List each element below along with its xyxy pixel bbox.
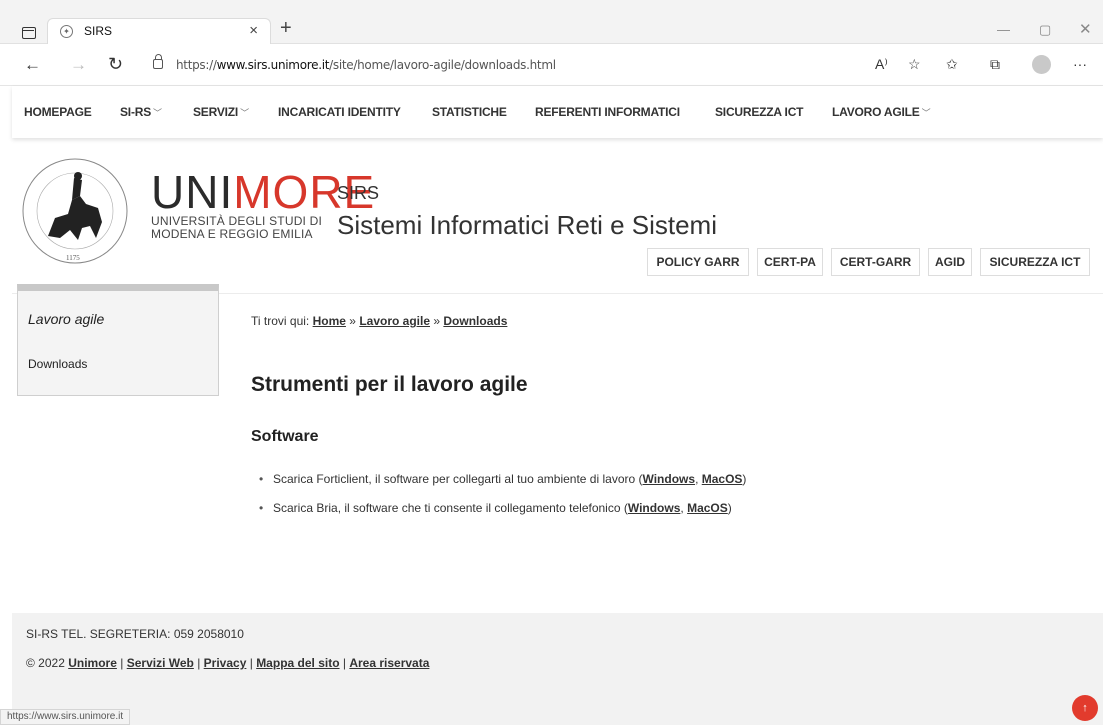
university-full-name: UNIVERSITÀ DEGLI STUDI DI MODENA E REGGI… xyxy=(151,214,323,241)
page-left-margin xyxy=(0,138,12,725)
site-full-title: Sistemi Informatici Reti e Sistemi xyxy=(337,210,717,240)
section-title: Software xyxy=(251,428,319,445)
new-tab-icon[interactable]: + xyxy=(280,17,292,40)
page-title: Strumenti per il lavoro agile xyxy=(251,373,528,396)
list-item: Scarica Bria, il software che ti consent… xyxy=(257,501,746,515)
agid-button[interactable]: AGID xyxy=(928,248,972,276)
sidebar-heading[interactable]: Lavoro agile xyxy=(28,311,104,327)
nav-statistiche[interactable]: STATISTICHE xyxy=(432,105,507,119)
close-window-icon[interactable]: ✕ xyxy=(1079,20,1092,38)
footer-link-mappa[interactable]: Mappa del sito xyxy=(256,656,339,670)
forticlient-macos-link[interactable]: MacOS xyxy=(702,472,743,486)
footer-phone: SI-RS TEL. SEGRETERIA: 059 2058010 xyxy=(26,627,244,641)
footer-link-area-riservata[interactable]: Area riservata xyxy=(349,656,429,670)
download-list: Scarica Forticlient, il software per col… xyxy=(257,472,746,530)
tab-actions-icon[interactable] xyxy=(22,27,36,39)
profile-avatar[interactable] xyxy=(1032,55,1051,74)
sidebar-menu: Lavoro agile Downloads xyxy=(17,284,219,396)
site-nav: HOMEPAGE SI-RS ﹀ SERVIZI ﹀ INCARICATI IDEN… xyxy=(12,86,1103,138)
cert-garr-button[interactable]: CERT-GARR xyxy=(831,248,920,276)
sicurezza-ict-button[interactable]: SICUREZZA ICT xyxy=(980,248,1090,276)
nav-si-rs[interactable]: SI-RS ﹀ xyxy=(120,105,162,119)
bria-macos-link[interactable]: MacOS xyxy=(687,501,728,515)
reload-icon[interactable]: ↻ xyxy=(108,54,123,75)
breadcrumb: Ti trovi qui: Home » Lavoro agile » Down… xyxy=(251,314,508,328)
seal-year: 1175 xyxy=(66,254,80,262)
nav-sicurezza-ict[interactable]: SICUREZZA ICT xyxy=(715,105,803,119)
add-favorite-icon[interactable]: ☆ xyxy=(908,56,921,73)
minimize-icon[interactable]: — xyxy=(997,22,1010,37)
address-bar: ← → ↻ https://www.sirs.unimore.it/site/h… xyxy=(0,44,1103,86)
collections-icon[interactable]: ⧉ xyxy=(990,56,1000,73)
nav-incaricati-identity[interactable]: INCARICATI IDENTITY xyxy=(278,105,401,119)
arrow-up-icon: ↑ xyxy=(1082,702,1088,714)
policy-garr-button[interactable]: POLICY GARR xyxy=(647,248,749,276)
maximize-icon[interactable]: ▢ xyxy=(1039,22,1051,38)
chevron-down-icon: ﹀ xyxy=(921,108,931,118)
breadcrumb-home-link[interactable]: Home xyxy=(313,314,346,328)
url-field[interactable]: https://www.sirs.unimore.it/site/home/la… xyxy=(176,58,556,72)
site-short-title: SIRS xyxy=(337,183,380,203)
status-bar-url: https://www.sirs.unimore.it xyxy=(0,709,131,725)
favicon-icon: ✦ xyxy=(60,25,73,38)
tab-title: SIRS xyxy=(84,24,113,38)
university-seal-logo[interactable] xyxy=(20,156,130,266)
chevron-down-icon: ﹀ xyxy=(153,108,162,118)
cert-pa-button[interactable]: CERT-PA xyxy=(757,248,823,276)
bria-windows-link[interactable]: Windows xyxy=(628,501,681,515)
back-icon[interactable]: ← xyxy=(24,55,41,75)
footer-link-privacy[interactable]: Privacy xyxy=(204,656,247,670)
close-tab-icon[interactable]: × xyxy=(249,22,258,39)
breadcrumb-lavoro-agile-link[interactable]: Lavoro agile xyxy=(359,314,430,328)
favorites-icon[interactable]: ✩ xyxy=(946,56,958,73)
footer-link-unimore[interactable]: Unimore xyxy=(68,656,117,670)
breadcrumb-downloads-link[interactable]: Downloads xyxy=(443,314,507,328)
nav-servizi[interactable]: SERVIZI ﹀ xyxy=(193,105,249,119)
lock-icon[interactable] xyxy=(153,54,163,69)
footer-links: © 2022 Unimore | Servizi Web | Privacy |… xyxy=(26,656,430,670)
forward-icon[interactable]: → xyxy=(70,55,87,75)
nav-referenti-informatici[interactable]: REFERENTI INFORMATICI xyxy=(535,105,680,119)
footer: SI-RS TEL. SEGRETERIA: 059 2058010 © 202… xyxy=(12,613,1103,725)
footer-link-servizi-web[interactable]: Servizi Web xyxy=(127,656,194,670)
sidebar-item-downloads[interactable]: Downloads xyxy=(28,357,87,371)
forticlient-windows-link[interactable]: Windows xyxy=(643,472,696,486)
page-content: 1175 UNIMORE UNIVERSITÀ DEGLI STUDI DI M… xyxy=(12,138,1103,613)
nav-homepage[interactable]: HOMEPAGE xyxy=(24,105,92,119)
nav-lavoro-agile[interactable]: LAVORO AGILE ﹀ xyxy=(832,105,931,119)
browser-tab[interactable]: ✦ SIRS × xyxy=(47,18,271,44)
scroll-to-top-button[interactable]: ↑ xyxy=(1072,695,1098,721)
list-item: Scarica Forticlient, il software per col… xyxy=(257,472,746,486)
chevron-down-icon: ﹀ xyxy=(240,108,249,118)
browser-titlebar: ✦ SIRS × + — ▢ ✕ xyxy=(0,0,1103,44)
read-aloud-icon[interactable]: A⁾ xyxy=(875,56,888,73)
more-menu-icon[interactable]: ··· xyxy=(1073,56,1087,72)
